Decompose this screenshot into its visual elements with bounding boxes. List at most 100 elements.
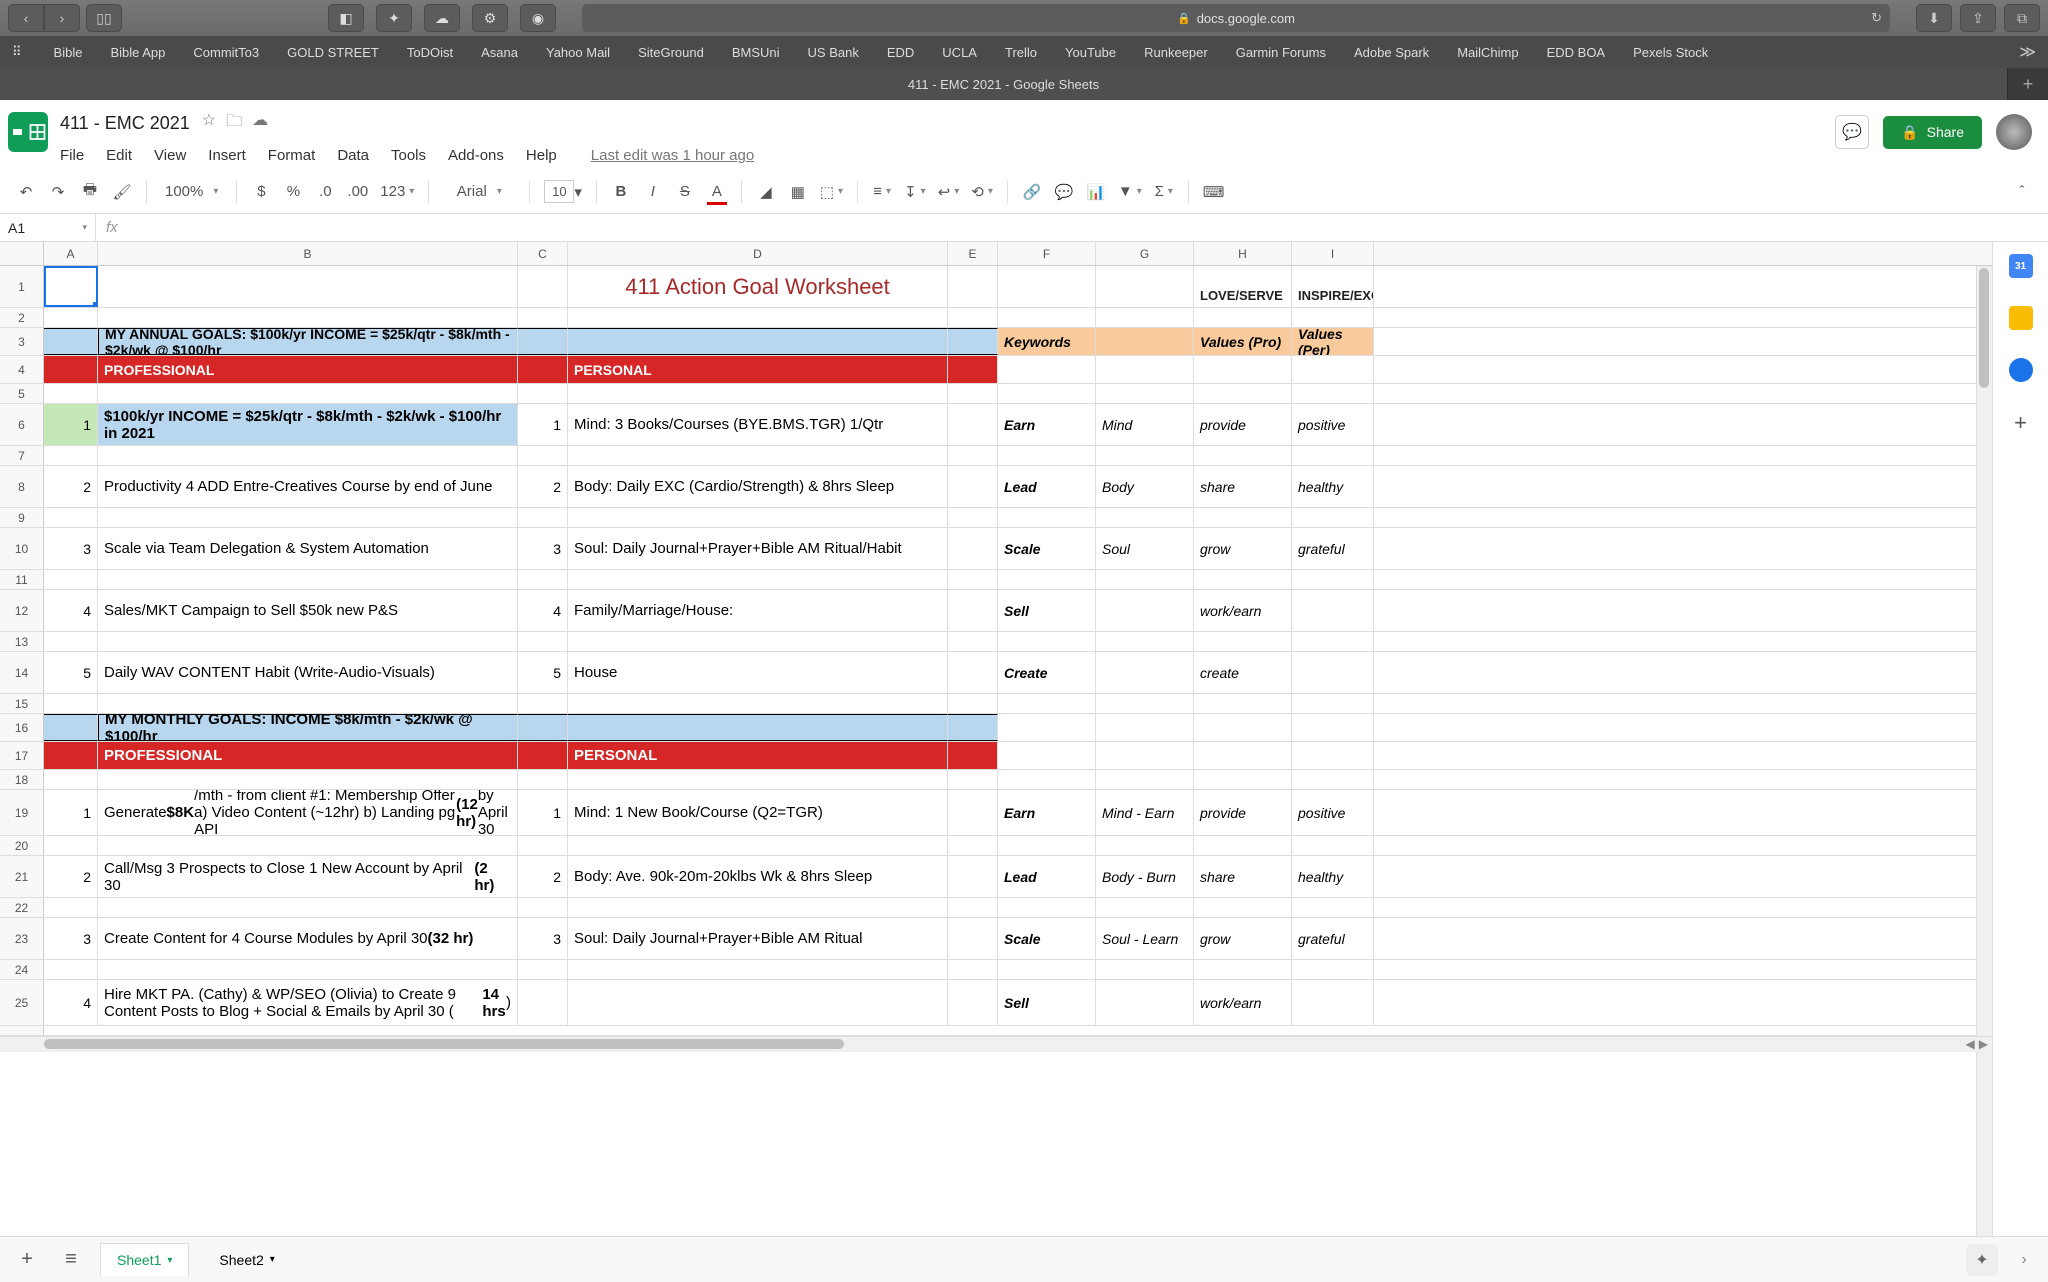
ext-icon-3[interactable]: ☁ [424,4,460,32]
cell[interactable] [98,770,518,789]
cell[interactable]: Call/Msg 3 Prospects to Close 1 New Acco… [98,856,518,897]
cell[interactable] [1096,714,1194,741]
cell[interactable] [1292,570,1374,589]
cell[interactable] [1292,632,1374,651]
cell[interactable]: Lead [998,856,1096,897]
cell[interactable] [948,308,998,327]
cell[interactable] [44,960,98,979]
filter-button[interactable]: ▼ [1114,177,1146,207]
cell[interactable] [1096,446,1194,465]
cell[interactable]: 2 [44,856,98,897]
percent-button[interactable]: % [279,177,307,207]
all-sheets-button[interactable]: ≡ [56,1248,86,1271]
cell[interactable] [1096,836,1194,855]
cell[interactable] [1292,384,1374,403]
share-button[interactable]: 🔒 Share [1883,116,1982,149]
cell[interactable] [518,980,568,1025]
cell[interactable] [1096,960,1194,979]
cell[interactable]: 3 [518,528,568,569]
tasks-icon[interactable] [2009,358,2033,382]
vertical-scrollbar[interactable] [1976,266,1992,1236]
cell[interactable] [44,328,98,355]
cell[interactable] [1292,446,1374,465]
cell[interactable] [948,466,998,507]
cell[interactable] [1292,980,1374,1025]
cell[interactable] [1194,714,1292,741]
row-header[interactable]: 4 [0,356,44,383]
row-header[interactable]: 19 [0,790,44,835]
row-header[interactable]: 3 [0,328,44,355]
cell[interactable] [568,694,948,713]
cell[interactable] [98,384,518,403]
cell[interactable] [948,384,998,403]
cell[interactable]: Body: Ave. 90k-20m-20klbs Wk & 8hrs Slee… [568,856,948,897]
cell[interactable] [998,356,1096,383]
menu-file[interactable]: File [60,147,84,164]
col-header[interactable]: I [1292,242,1374,265]
cell[interactable] [568,898,948,917]
cell[interactable]: provide [1194,790,1292,835]
cell[interactable] [1194,960,1292,979]
formula-input[interactable] [128,214,2048,241]
undo-button[interactable]: ↶ [12,177,40,207]
zoom-select[interactable]: 100% [157,177,226,207]
bookmark-item[interactable]: EDD [887,45,914,60]
cell[interactable]: Soul: Daily Journal+Prayer+Bible AM Ritu… [568,528,948,569]
currency-button[interactable]: $ [247,177,275,207]
menu-insert[interactable]: Insert [208,147,246,164]
cell[interactable]: PERSONAL [568,356,948,383]
comments-button[interactable]: 💬 [1835,115,1869,149]
cell[interactable]: Mind - Earn [1096,790,1194,835]
side-panel-toggle[interactable]: › [2012,1251,2036,1269]
bookmark-item[interactable]: ToDOist [407,45,453,60]
font-size-input[interactable]: 10 ▾ [540,177,586,207]
cell[interactable] [948,694,998,713]
cell[interactable] [1096,384,1194,403]
row-header[interactable]: 11 [0,570,44,589]
cell[interactable]: Productivity 4 ADD Entre-Creatives Cours… [98,466,518,507]
cell[interactable] [44,632,98,651]
cell[interactable] [998,836,1096,855]
row-header[interactable]: 21 [0,856,44,897]
row-header[interactable]: 13 [0,632,44,651]
col-header[interactable]: E [948,242,998,265]
bookmark-item[interactable]: Bible [54,45,83,60]
cell[interactable] [948,790,998,835]
cell[interactable] [568,446,948,465]
keep-icon[interactable] [2009,306,2033,330]
cell[interactable] [998,714,1096,741]
cell[interactable]: 2 [518,466,568,507]
cell[interactable] [1194,508,1292,527]
cell[interactable] [518,328,568,355]
bookmark-item[interactable]: Runkeeper [1144,45,1208,60]
cell[interactable]: Daily WAV CONTENT Habit (Write-Audio-Vis… [98,652,518,693]
row-header[interactable]: 6 [0,404,44,445]
cell[interactable]: Keywords [998,328,1096,355]
cell[interactable] [948,960,998,979]
row-header[interactable]: 16 [0,714,44,741]
bookmark-item[interactable]: UCLA [942,45,977,60]
cell[interactable] [998,266,1096,307]
row-header[interactable]: 2 [0,308,44,327]
col-header[interactable]: C [518,242,568,265]
cell[interactable]: Sell [998,980,1096,1025]
menu-addons[interactable]: Add-ons [448,147,504,164]
browser-tab[interactable]: 411 - EMC 2021 - Google Sheets [0,68,2008,100]
cell[interactable] [568,570,948,589]
cell[interactable] [518,446,568,465]
link-button[interactable]: 🔗 [1018,177,1046,207]
tabs-button[interactable]: ⧉ [2004,4,2040,32]
cell[interactable]: 2 [44,466,98,507]
cell[interactable]: Sales/MKT Campaign to Sell $50k new P&S [98,590,518,631]
bookmark-item[interactable]: BMSUni [732,45,780,60]
cell[interactable] [98,960,518,979]
select-all-corner[interactable] [0,242,44,265]
cell[interactable]: share [1194,466,1292,507]
cell[interactable]: 4 [44,590,98,631]
bookmark-item[interactable]: MailChimp [1457,45,1518,60]
ext-icon-1[interactable]: ◧ [328,4,364,32]
cell[interactable]: MY MONTHLY GOALS: INCOME $8k/mth - $2k/w… [98,714,518,741]
cell[interactable] [998,960,1096,979]
cell[interactable] [1096,632,1194,651]
cell[interactable] [1292,836,1374,855]
